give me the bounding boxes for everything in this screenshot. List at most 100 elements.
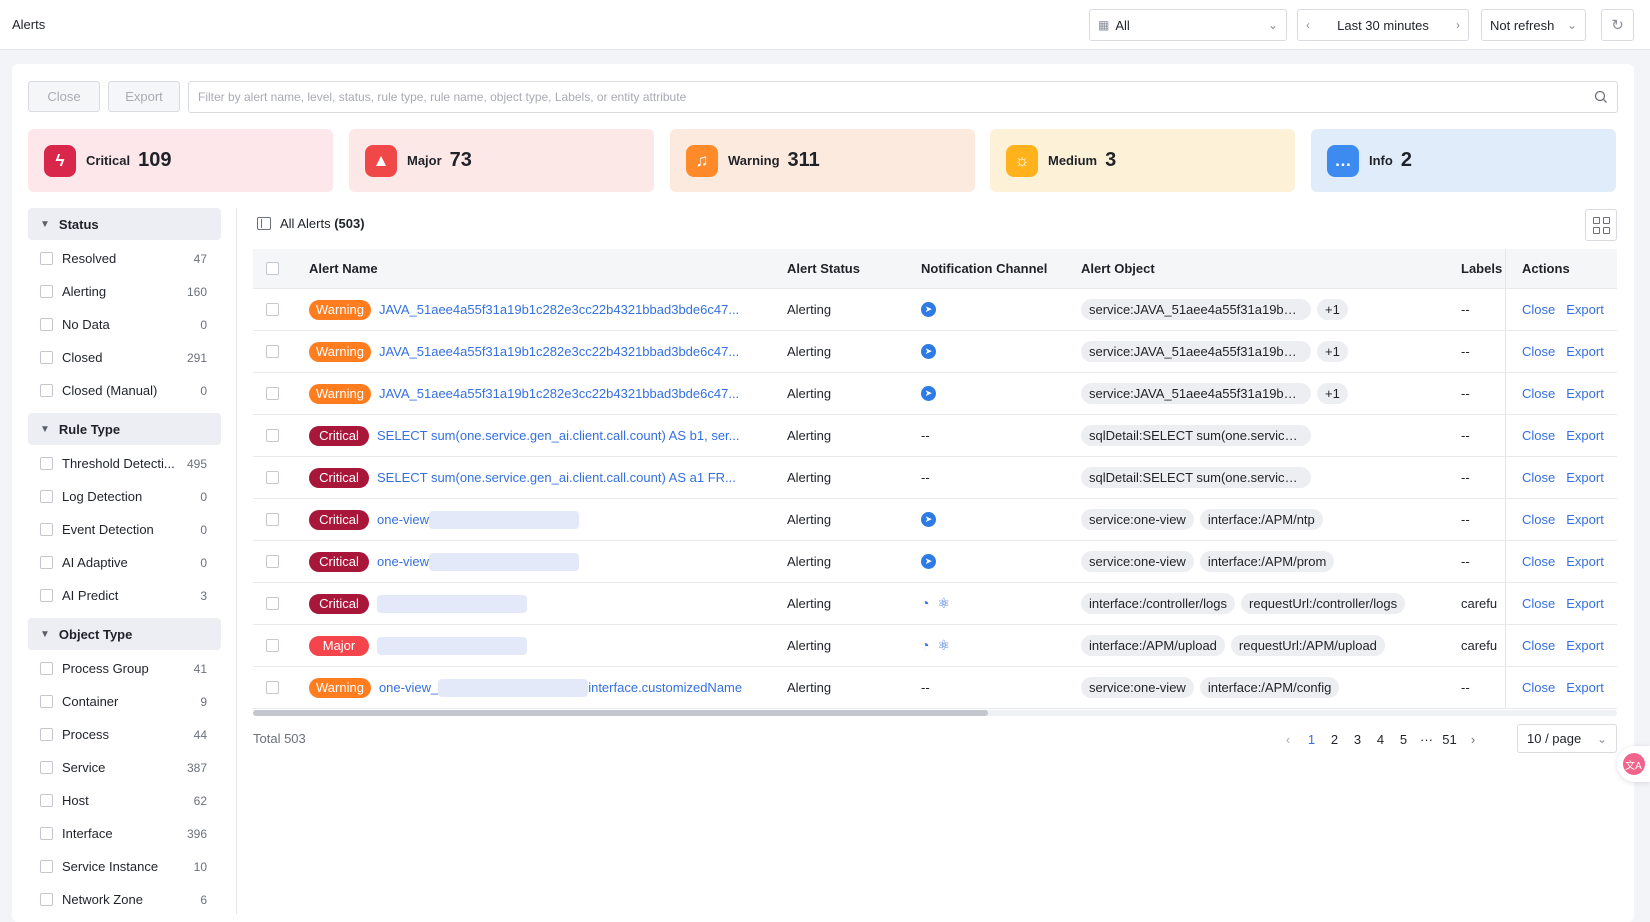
alert-name-link[interactable]: one-view	[377, 512, 429, 527]
level-card-critical[interactable]: ϟ Critical 109	[28, 129, 333, 192]
row-checkbox[interactable]	[266, 583, 280, 624]
checkbox[interactable]	[266, 555, 279, 568]
level-card-major[interactable]: ▲ Major 73	[349, 129, 654, 192]
alert-name-link[interactable]: SELECT sum(one.service.gen_ai.client.cal…	[377, 470, 736, 485]
filter-checkbox[interactable]	[40, 589, 53, 602]
export-alert-link[interactable]: Export	[1566, 470, 1604, 485]
filter-checkbox[interactable]	[40, 351, 53, 364]
checkbox[interactable]	[266, 639, 279, 652]
checkbox[interactable]	[266, 345, 279, 358]
row-checkbox[interactable]	[266, 625, 280, 666]
filter-checkbox[interactable]	[40, 318, 53, 331]
filter-checkbox[interactable]	[40, 728, 53, 741]
page-number[interactable]: 5	[1392, 732, 1416, 747]
filter-group-status[interactable]: ▼ Status	[28, 208, 221, 240]
page-number[interactable]: 4	[1369, 732, 1393, 747]
chevron-left-icon[interactable]: ‹	[1306, 18, 1310, 32]
export-alert-link[interactable]: Export	[1566, 386, 1604, 401]
filter-checkbox[interactable]	[40, 490, 53, 503]
filter-option[interactable]: Alerting 160	[28, 275, 221, 308]
alert-name-link[interactable]: one-view_	[379, 680, 438, 695]
page-number[interactable]: 51	[1438, 732, 1462, 747]
translate-float-button[interactable]: 文A	[1617, 746, 1650, 782]
filter-option[interactable]: AI Predict 3	[28, 579, 221, 612]
export-alert-link[interactable]: Export	[1566, 596, 1604, 611]
search-box[interactable]	[188, 81, 1618, 113]
bulk-export-button[interactable]: Export	[108, 81, 180, 112]
export-alert-link[interactable]: Export	[1566, 512, 1604, 527]
alert-name-link[interactable]: JAVA_51aee4a55f31a19b1c282e3cc22b4321bba…	[379, 386, 739, 401]
export-alert-link[interactable]: Export	[1566, 638, 1604, 653]
table-row[interactable]: Major Alerting ◔ ⚛ interface:/APM/upload requ…	[253, 625, 1617, 667]
next-page-icon[interactable]: ›	[1461, 732, 1485, 747]
export-alert-link[interactable]: Export	[1566, 302, 1604, 317]
filter-group-object-type[interactable]: ▼ Object Type	[28, 618, 221, 650]
row-checkbox[interactable]	[266, 541, 280, 582]
export-alert-link[interactable]: Export	[1566, 344, 1604, 359]
filter-option[interactable]: AI Adaptive 0	[28, 546, 221, 579]
prev-page-icon[interactable]: ‹	[1276, 732, 1300, 747]
page-number[interactable]: 3	[1346, 732, 1370, 747]
bulk-close-button[interactable]: Close	[28, 81, 100, 112]
row-checkbox[interactable]	[266, 373, 280, 414]
filter-option[interactable]: Network Zone 6	[28, 883, 221, 916]
checkbox[interactable]	[266, 429, 279, 442]
search-icon[interactable]	[1594, 90, 1608, 104]
time-range-picker[interactable]: ‹ Last 30 minutes ›	[1297, 9, 1469, 41]
chevron-right-icon[interactable]: ›	[1456, 18, 1460, 32]
filter-checkbox[interactable]	[40, 827, 53, 840]
filter-option[interactable]: Service Instance 10	[28, 850, 221, 883]
close-alert-link[interactable]: Close	[1522, 386, 1555, 401]
alert-name-link[interactable]: one-view	[377, 554, 429, 569]
level-card-info[interactable]: … Info 2	[1311, 129, 1616, 192]
alert-name-link-suffix[interactable]: interface.customizedName	[588, 680, 742, 695]
row-checkbox[interactable]	[266, 667, 280, 708]
checkbox[interactable]	[266, 303, 279, 316]
page-ellipsis[interactable]: ···	[1415, 732, 1439, 747]
filter-option[interactable]: Threshold Detecti... 495	[28, 447, 221, 480]
filter-option[interactable]: Event Detection 0	[28, 513, 221, 546]
table-row[interactable]: Warning JAVA_51aee4a55f31a19b1c282e3cc22b…	[253, 331, 1617, 373]
close-alert-link[interactable]: Close	[1522, 554, 1555, 569]
more-objects-tag[interactable]: +1	[1317, 341, 1348, 362]
filter-option[interactable]: Closed (Manual) 0	[28, 374, 221, 407]
filter-option[interactable]: Closed 291	[28, 341, 221, 374]
filter-option[interactable]: Service 387	[28, 751, 221, 784]
filter-checkbox[interactable]	[40, 523, 53, 536]
column-settings-button[interactable]	[1585, 209, 1617, 241]
checkbox[interactable]	[266, 387, 279, 400]
filter-checkbox[interactable]	[40, 893, 53, 906]
search-input[interactable]	[198, 90, 1594, 104]
checkbox[interactable]	[266, 471, 279, 484]
page-number[interactable]: 2	[1323, 732, 1347, 747]
filter-checkbox[interactable]	[40, 556, 53, 569]
filter-group-rule-type[interactable]: ▼ Rule Type	[28, 413, 221, 445]
table-row[interactable]: Critical Alerting ◔ ⚛ interface:/controller/…	[253, 583, 1617, 625]
select-all-checkbox[interactable]	[266, 249, 280, 288]
more-objects-tag[interactable]: +1	[1317, 383, 1348, 404]
row-checkbox[interactable]	[266, 415, 280, 456]
filter-checkbox[interactable]	[40, 860, 53, 873]
filter-checkbox[interactable]	[40, 285, 53, 298]
filter-option[interactable]: No Data 0	[28, 308, 221, 341]
close-alert-link[interactable]: Close	[1522, 428, 1555, 443]
checkbox[interactable]	[266, 597, 279, 610]
filter-checkbox[interactable]	[40, 457, 53, 470]
table-row[interactable]: Critical SELECT sum(one.service.gen_ai.cl…	[253, 415, 1617, 457]
close-alert-link[interactable]: Close	[1522, 680, 1555, 695]
filter-option[interactable]: Process 44	[28, 718, 221, 751]
alert-name-link[interactable]: JAVA_51aee4a55f31a19b1c282e3cc22b4321bba…	[379, 344, 739, 359]
time-range-value[interactable]: Last 30 minutes	[1337, 18, 1429, 33]
reload-button[interactable]: ↻	[1601, 9, 1634, 41]
filter-option[interactable]: Process Group 41	[28, 652, 221, 685]
export-alert-link[interactable]: Export	[1566, 680, 1604, 695]
refresh-interval-select[interactable]: Not refresh ⌄	[1481, 9, 1586, 41]
more-objects-tag[interactable]: +1	[1317, 299, 1348, 320]
level-card-warning[interactable]: ♫ Warning 311	[670, 129, 975, 192]
row-checkbox[interactable]	[266, 457, 280, 498]
filter-checkbox[interactable]	[40, 252, 53, 265]
close-alert-link[interactable]: Close	[1522, 470, 1555, 485]
checkbox[interactable]	[266, 681, 279, 694]
export-alert-link[interactable]: Export	[1566, 554, 1604, 569]
filter-option[interactable]: Host 62	[28, 784, 221, 817]
